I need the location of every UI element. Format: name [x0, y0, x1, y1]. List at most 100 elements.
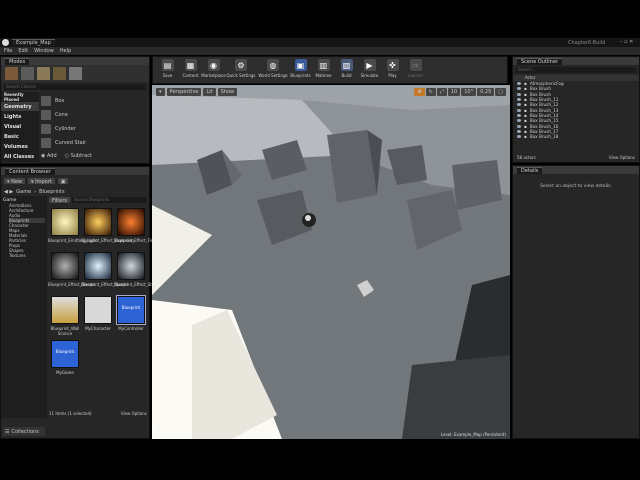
- title-bar: Example_Map Chapter6-Build – ▫ ✕: [0, 38, 640, 47]
- visibility-eye-icon[interactable]: [517, 113, 521, 117]
- asset-thumbnail[interactable]: [117, 208, 145, 236]
- blueprints-button[interactable]: ▣ Blueprints: [290, 59, 311, 78]
- category-item[interactable]: Volumes: [1, 142, 39, 152]
- film-icon: ▥: [317, 59, 330, 71]
- category-item[interactable]: Recently Placed: [1, 92, 39, 102]
- new-button[interactable]: ▾ New: [4, 178, 26, 185]
- window-controls[interactable]: – ▫ ✕: [620, 39, 633, 45]
- translate-tool-icon[interactable]: ✥: [414, 88, 425, 96]
- breadcrumb: ◀ ▶ Game › Blueprints: [4, 188, 65, 195]
- place-item-box[interactable]: Box: [39, 94, 149, 108]
- simulate-button[interactable]: ▶ Simulate: [359, 59, 380, 78]
- collections-button[interactable]: ☰ Collections: [3, 427, 45, 436]
- asset-label: Blueprint_Effect_Fire: [114, 238, 155, 243]
- asset-thumbnail[interactable]: [117, 252, 145, 280]
- visibility-eye-icon[interactable]: [517, 108, 521, 112]
- asset-grid: Filters Search Blueprints Blueprint_Emit…: [47, 196, 161, 418]
- viewport-menu-icon[interactable]: ▾: [156, 88, 165, 96]
- launch-button[interactable]: ⇨ Launch: [405, 59, 426, 78]
- class-search-input[interactable]: Search Classes: [4, 84, 146, 90]
- category-item[interactable]: Basic: [1, 132, 39, 142]
- visibility-eye-icon[interactable]: [517, 98, 521, 102]
- menu-file[interactable]: File: [4, 48, 12, 54]
- category-list: Recently Placed Geometry Lights Visual B…: [1, 92, 39, 162]
- visibility-eye-icon[interactable]: [517, 92, 521, 96]
- asset-thumbnail-selected[interactable]: Blueprint: [116, 295, 146, 325]
- actor-type-icon: ▪: [524, 81, 527, 87]
- scale-tool-icon[interactable]: ⤢: [436, 88, 447, 96]
- category-item[interactable]: Visual: [1, 122, 39, 132]
- perspective-button[interactable]: Perspective: [166, 88, 202, 96]
- back-icon[interactable]: ◀ ▶: [4, 189, 13, 195]
- outliner-row[interactable]: ▪ Box Brush_18: [513, 134, 639, 139]
- content-browser-tab[interactable]: Content Browser: [5, 167, 55, 175]
- asset-thumbnail[interactable]: Blueprint: [51, 340, 79, 368]
- angle-snap-button[interactable]: 10°: [461, 88, 477, 96]
- actor-type-icon: ▪: [524, 112, 527, 118]
- place-mode-icon[interactable]: [5, 67, 18, 80]
- visibility-eye-icon[interactable]: [517, 124, 521, 128]
- lit-button[interactable]: Lit: [203, 88, 216, 96]
- category-item[interactable]: All Classes: [1, 152, 39, 162]
- asset-thumbnail[interactable]: [51, 296, 79, 324]
- scale-snap-button[interactable]: 0.25: [477, 88, 495, 96]
- place-item-curved-stair[interactable]: Curved Stair: [39, 136, 149, 150]
- save-all-icon[interactable]: ▣: [57, 178, 69, 185]
- asset-thumbnail[interactable]: [84, 296, 112, 324]
- breadcrumb-game[interactable]: Game: [16, 189, 31, 195]
- view-options-button[interactable]: View Options: [121, 411, 147, 416]
- menu-help[interactable]: Help: [60, 48, 71, 54]
- import-button[interactable]: ▾ Import: [28, 178, 55, 185]
- foliage-mode-icon[interactable]: [53, 67, 66, 80]
- tree-item[interactable]: Textures: [9, 253, 45, 258]
- asset-search-input[interactable]: Search Blueprints: [72, 197, 147, 203]
- content-browser-panel: Content Browser ▾ New ▾ Import ▣ ◀ ▶ Gam…: [0, 166, 161, 439]
- details-tab[interactable]: Details: [517, 166, 543, 174]
- save-button[interactable]: ▤ Save: [157, 59, 178, 78]
- menu-edit[interactable]: Edit: [18, 48, 28, 54]
- mode-icons: [1, 65, 149, 82]
- landscape-mode-icon[interactable]: [37, 67, 50, 80]
- place-item-cylinder[interactable]: Cylinder: [39, 122, 149, 136]
- geometry-mode-icon[interactable]: [69, 67, 82, 80]
- content-button[interactable]: ▦ Content: [180, 59, 201, 78]
- transform-toolbar: ✥ ↻ ⤢ 10 10° 0.25 ▢: [414, 88, 506, 96]
- matinee-button[interactable]: ▥ Matinee: [313, 59, 334, 78]
- category-item[interactable]: Geometry: [1, 102, 39, 112]
- visibility-eye-icon[interactable]: [517, 119, 521, 123]
- visibility-eye-icon[interactable]: [517, 103, 521, 107]
- subtract-radio[interactable]: ○ Subtract: [65, 153, 92, 159]
- play-button[interactable]: ✜ Play: [382, 59, 403, 78]
- asset-thumbnail[interactable]: [51, 252, 79, 280]
- visibility-eye-icon[interactable]: [517, 129, 521, 133]
- add-radio[interactable]: ◉ Add: [41, 153, 57, 159]
- asset-label: Blueprint_Effect_Sparks: [81, 282, 129, 287]
- unreal-logo-icon: [2, 39, 9, 46]
- menu-window[interactable]: Window: [34, 48, 54, 54]
- outliner-view-options[interactable]: View Options: [609, 155, 635, 160]
- maximize-icon[interactable]: ▢: [495, 88, 506, 96]
- visibility-eye-icon[interactable]: [517, 87, 521, 91]
- visibility-eye-icon[interactable]: [517, 82, 521, 86]
- outliner-tab[interactable]: Scene Outliner: [517, 57, 562, 65]
- asset-thumbnail[interactable]: [84, 208, 112, 236]
- map-tab[interactable]: Example_Map: [12, 39, 55, 46]
- world-settings-button[interactable]: ◍ World Settings: [258, 59, 288, 78]
- visibility-eye-icon[interactable]: [517, 135, 521, 139]
- build-button[interactable]: ▧ Build: [336, 59, 357, 78]
- quick-settings-button[interactable]: ⚙ Quick Settings: [226, 59, 256, 78]
- rotate-tool-icon[interactable]: ↻: [425, 88, 436, 96]
- outliner-search-input[interactable]: Search...: [516, 67, 636, 73]
- modes-tab[interactable]: Modes: [5, 57, 30, 65]
- marketplace-button[interactable]: ◉ Marketplace: [201, 59, 226, 78]
- asset-thumbnail[interactable]: [84, 252, 112, 280]
- category-item[interactable]: Lights: [1, 112, 39, 122]
- paint-mode-icon[interactable]: [21, 67, 34, 80]
- grid-snap-button[interactable]: 10: [447, 88, 461, 96]
- filters-button[interactable]: Filters: [49, 197, 70, 204]
- level-viewport[interactable]: ▾ Perspective Lit Show ✥ ↻ ⤢ 10 10° 0.25…: [152, 85, 510, 439]
- show-button[interactable]: Show: [217, 88, 238, 96]
- asset-thumbnail[interactable]: [51, 208, 79, 236]
- breadcrumb-blueprints[interactable]: Blueprints: [39, 189, 64, 195]
- place-item-cone[interactable]: Cone: [39, 108, 149, 122]
